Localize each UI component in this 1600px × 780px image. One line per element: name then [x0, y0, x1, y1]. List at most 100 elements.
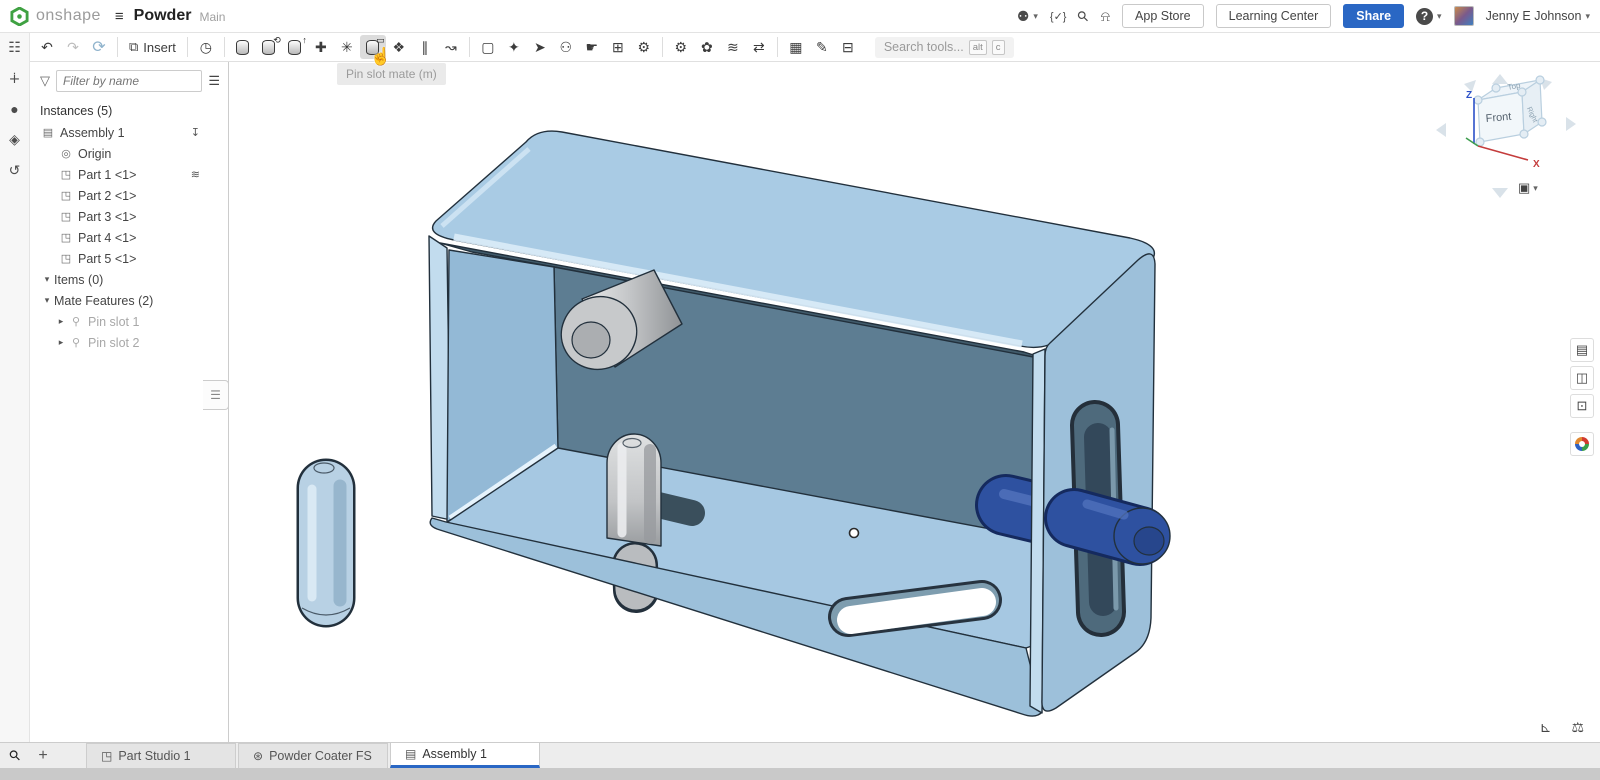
edit-bom-button[interactable]: ✎: [809, 35, 835, 59]
add-tab-button[interactable]: +: [30, 747, 56, 765]
display-cube-panel-button[interactable]: ◫: [1570, 366, 1594, 390]
tree-item-icon: ◳: [58, 189, 74, 202]
axis-z-label: Z: [1466, 90, 1472, 101]
comments-icon[interactable]: ●: [10, 101, 18, 117]
learning-center-button[interactable]: Learning Center: [1216, 4, 1332, 28]
undo-button[interactable]: ↶: [34, 35, 60, 59]
view-rotate-right-arrow[interactable]: [1566, 117, 1576, 131]
chevron-down-icon: ▾: [40, 274, 54, 285]
color-wheel-panel-button[interactable]: [1570, 432, 1594, 456]
user-name[interactable]: Jenny E Johnson: [1486, 9, 1582, 23]
replicate-button[interactable]: ⇄: [746, 35, 772, 59]
view-rotate-left-arrow[interactable]: [1436, 123, 1446, 137]
instances-panel: ▽ ☰ Instances (5) ▤ Assembly 1 ↧ ◎ Origi…: [30, 62, 229, 742]
tree-item-assembly-1[interactable]: ▤ Assembly 1 ↧: [30, 122, 228, 143]
bom-table-panel-button[interactable]: ▤: [1570, 338, 1594, 362]
rotate-view-button[interactable]: ⟳: [86, 35, 112, 59]
feedback-icon[interactable]: {✓}: [1050, 10, 1067, 23]
compare-button[interactable]: ⊟: [835, 35, 861, 59]
search-tools-input[interactable]: Search tools... alt c: [875, 37, 1014, 58]
toolbar-divider: [777, 37, 778, 57]
filter-input[interactable]: [56, 70, 202, 92]
tab-assembly-1[interactable]: ▤ Assembly 1: [390, 742, 540, 768]
shortcut-alt-key: alt: [969, 40, 987, 55]
bom-button[interactable]: ▦: [783, 35, 809, 59]
chevron-right-icon[interactable]: ▸: [54, 316, 68, 327]
view-rotate-up-arrow[interactable]: [1492, 74, 1508, 84]
gray-pin-middle[interactable]: [607, 434, 661, 546]
tree-item-icon: ◳: [58, 231, 74, 244]
rack-pinion-relation-button[interactable]: ✿: [694, 35, 720, 59]
display-states-button[interactable]: ⊞: [605, 35, 631, 59]
chevron-down-icon: ▾: [40, 295, 54, 306]
instances-panel-icon[interactable]: ☷: [8, 39, 21, 56]
floor-slot: [848, 600, 982, 620]
tree-item-part-1[interactable]: ◳ Part 1 <1> ≋: [30, 164, 228, 185]
share-button[interactable]: Share: [1343, 4, 1404, 28]
bug-report-icon[interactable]: ⚉: [1017, 8, 1030, 25]
user-caret-icon: ▾: [1585, 11, 1590, 22]
move-part-button[interactable]: ☛: [579, 35, 605, 59]
view-rotate-down-arrow[interactable]: [1492, 188, 1508, 198]
notifications-bell-icon[interactable]: ⍾: [1101, 8, 1110, 25]
edit-in-context-button[interactable]: ✦: [501, 35, 527, 59]
revolute-mate-button[interactable]: ⟲: [256, 35, 282, 59]
group-button[interactable]: ▢: [475, 35, 501, 59]
redo-button[interactable]: ↷: [60, 35, 86, 59]
3d-viewport[interactable]: Top Front Right Z X ▣ ▾ ▤ ◫ ⊡: [230, 62, 1600, 742]
mate-features-section-header[interactable]: ▾ Mate Features (2): [30, 290, 228, 311]
view-cube[interactable]: Top Front Right Z X: [1430, 70, 1580, 210]
chevron-right-icon[interactable]: ▸: [54, 337, 68, 348]
tangent-mate-button[interactable]: ↝: [438, 35, 464, 59]
measure-icon[interactable]: ⊾: [1540, 719, 1552, 736]
parallel-mate-button[interactable]: ∥: [412, 35, 438, 59]
named-positions-button[interactable]: ⚇: [553, 35, 579, 59]
onshape-logo[interactable]: onshape: [10, 7, 101, 26]
part-copy-panel-button[interactable]: ⊡: [1570, 394, 1594, 418]
gear-relation-button[interactable]: ⚙: [668, 35, 694, 59]
mass-properties-icon[interactable]: ⚖: [1571, 719, 1584, 736]
transform-button[interactable]: ➤: [527, 35, 553, 59]
tree-item-pin-slot-2[interactable]: ▸ ⚲ Pin slot 2: [30, 332, 228, 353]
help-icon[interactable]: ?: [1416, 8, 1433, 25]
parts-query-icon[interactable]: ◈: [9, 131, 20, 148]
origin-marker[interactable]: [850, 529, 859, 538]
tree-item-part-5[interactable]: ◳ Part 5 <1>: [30, 248, 228, 269]
list-view-icon[interactable]: ☰: [208, 73, 220, 89]
app-store-button[interactable]: App Store: [1122, 4, 1204, 28]
tab-part-studio-1[interactable]: ◳ Part Studio 1: [86, 743, 236, 768]
light-blue-pin-left[interactable]: [302, 463, 350, 615]
onshape-logo-icon: [10, 7, 29, 26]
items-section-header[interactable]: ▾ Items (0): [30, 269, 228, 290]
tree-item-part-3[interactable]: ◳ Part 3 <1>: [30, 206, 228, 227]
configurations-icon[interactable]: ∔: [9, 70, 21, 87]
tree-item-icon: ◎: [58, 147, 74, 160]
animate-button[interactable]: ◷: [193, 35, 219, 59]
slider-mate-button[interactable]: ↑: [282, 35, 308, 59]
history-icon[interactable]: ↺: [9, 162, 21, 179]
search-tabs-icon[interactable]: ⚲: [0, 739, 32, 772]
tab-icon: ◳: [101, 749, 112, 763]
tree-item-part-4[interactable]: ◳ Part 4 <1>: [30, 227, 228, 248]
tree-item-state-icon: ≋: [191, 168, 200, 181]
help-caret-icon: ▾: [1437, 11, 1442, 22]
panel-collapse-handle[interactable]: ☰: [203, 380, 229, 410]
tab-powder-coater-fs[interactable]: ⊛ Powder Coater FS: [238, 743, 388, 768]
fastened-mate-button[interactable]: [230, 35, 256, 59]
ball-mate-button[interactable]: ✳: [334, 35, 360, 59]
avatar[interactable]: [1454, 6, 1474, 26]
view-cube-menu-button[interactable]: ▣ ▾: [1518, 180, 1538, 196]
insert-icon: ⧉: [129, 39, 138, 55]
menu-icon[interactable]: ≡: [115, 8, 124, 25]
tree-item-part-2[interactable]: ◳ Part 2 <1>: [30, 185, 228, 206]
search-icon[interactable]: ⚲: [1074, 6, 1093, 25]
tree-item-pin-slot-1[interactable]: ▸ ⚲ Pin slot 1: [30, 311, 228, 332]
screw-relation-button[interactable]: ≋: [720, 35, 746, 59]
view-cube-front-label[interactable]: Front: [1485, 111, 1512, 125]
brand-name: onshape: [36, 7, 101, 25]
assembly-3d-model[interactable]: [230, 62, 1600, 742]
interference-button[interactable]: ⚙: [631, 35, 657, 59]
tree-item-origin[interactable]: ◎ Origin: [30, 143, 228, 164]
planar-mate-button[interactable]: ✚: [308, 35, 334, 59]
insert-button[interactable]: ⧉ Insert: [123, 37, 182, 57]
